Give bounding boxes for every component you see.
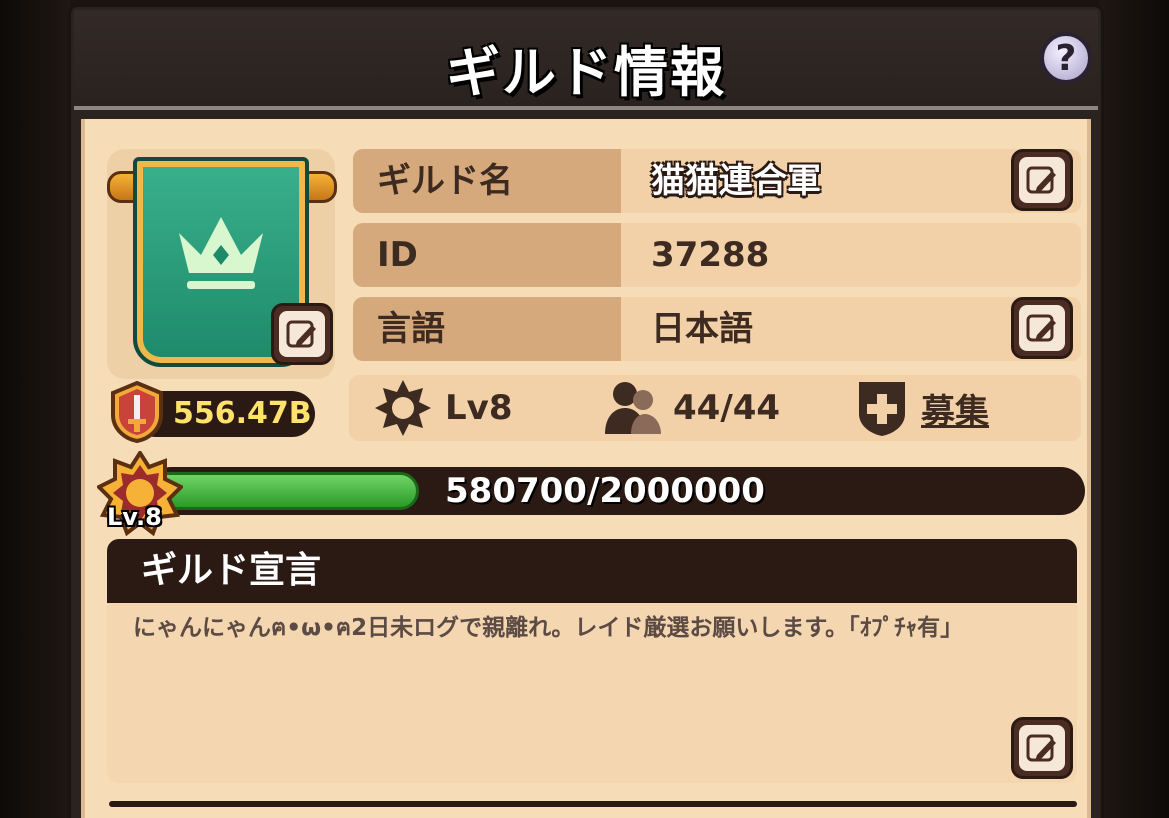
combat-power-value: 556.47B — [173, 396, 312, 431]
edit-emblem-button[interactable] — [271, 303, 333, 365]
edit-language-button[interactable] — [1011, 297, 1073, 359]
guild-name-label: ギルド名 — [353, 149, 621, 213]
exp-progress-text: 580700/2000000 — [445, 471, 765, 511]
guild-name-value: 猫猫連合軍 — [651, 161, 821, 201]
members-value: 44/44 — [673, 388, 781, 428]
declaration-text: にゃんにゃんฅ•ω•ฅ2日未ログで親離れ。レイド厳選お願いします。「ｵﾌﾟﾁｬ有… — [133, 615, 964, 641]
edit-declaration-button[interactable] — [1011, 717, 1073, 779]
exp-progress-fill — [147, 472, 419, 510]
guild-declaration-box: ギルド宣言 にゃんにゃんฅ•ω•ฅ2日未ログで親離れ。レイド厳選お願いします。「… — [107, 539, 1077, 783]
guild-info-panel: ギルド情報 ? ギルド名 猫猫連合軍 ID 37288 言語 日本語 556.4… — [68, 4, 1104, 818]
pencil-icon — [1026, 734, 1056, 762]
guild-id-row: ID 37288 — [353, 223, 1081, 287]
background-left — [0, 0, 70, 818]
stats-bar: Lv8 44/44 募集 — [349, 375, 1081, 441]
crown-icon — [179, 217, 263, 289]
declaration-header: ギルド宣言 — [107, 539, 1077, 603]
pencil-icon — [1026, 166, 1056, 194]
shield-plus-icon — [859, 382, 905, 436]
recruit-label: 募集 — [921, 391, 989, 432]
section-divider — [109, 801, 1077, 807]
guild-id-label: ID — [353, 223, 621, 287]
guild-id-value: 37288 — [651, 235, 770, 275]
pencil-icon — [1026, 314, 1056, 342]
guild-level-value: Lv8 — [445, 388, 513, 428]
title-bar: ギルド情報 ? — [74, 10, 1098, 110]
gear-badge-icon — [375, 380, 431, 436]
members-icon — [605, 382, 661, 434]
sword-shield-icon — [111, 381, 163, 443]
declaration-title: ギルド宣言 — [141, 550, 322, 591]
pencil-icon — [286, 320, 316, 348]
background-right — [1099, 0, 1169, 818]
level-badge-text: Lv.8 — [107, 503, 162, 531]
edit-guild-name-button[interactable] — [1011, 149, 1073, 211]
page-title: ギルド情報 — [446, 41, 726, 104]
language-label: 言語 — [353, 297, 621, 361]
members-stat: 44/44 — [605, 375, 780, 441]
language-value: 日本語 — [651, 309, 753, 349]
help-button[interactable]: ? — [1040, 32, 1092, 84]
recruit-link[interactable]: 募集 — [855, 375, 989, 441]
language-row: 言語 日本語 — [353, 297, 1081, 361]
guild-name-row: ギルド名 猫猫連合軍 — [353, 149, 1081, 213]
content-area: ギルド名 猫猫連合軍 ID 37288 言語 日本語 556.47B Lv8 4… — [81, 119, 1091, 818]
guild-level-stat: Lv8 — [373, 375, 513, 441]
question-icon: ? — [1055, 37, 1077, 79]
